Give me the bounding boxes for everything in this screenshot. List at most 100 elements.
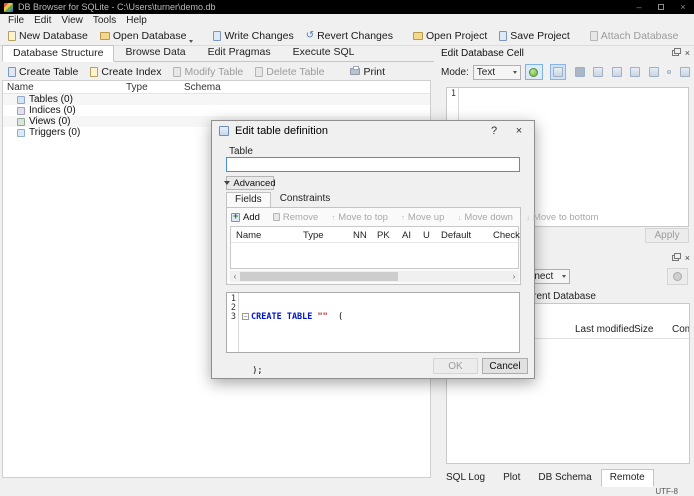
dialog-tab-bar: Fields Constraints (226, 191, 340, 208)
float-dock-icon[interactable] (671, 253, 681, 261)
table-name-label: Table (229, 146, 253, 157)
tab-execute-sql[interactable]: Execute SQL (282, 44, 366, 61)
chevron-down-icon (189, 39, 194, 43)
col-u[interactable]: U (423, 230, 430, 241)
tab-plot[interactable]: Plot (494, 469, 529, 487)
import-icon[interactable] (593, 67, 604, 77)
tree-column-type[interactable]: Type (126, 82, 184, 93)
cancel-button[interactable]: Cancel (482, 358, 528, 374)
sql-gutter: 1 2 3 (227, 293, 239, 352)
menu-help[interactable]: Help (121, 14, 152, 27)
delete-table-icon (255, 66, 264, 77)
tab-edit-pragmas[interactable]: Edit Pragmas (197, 44, 282, 61)
remote-refresh-button (667, 268, 688, 285)
export-icon[interactable] (611, 67, 622, 77)
advanced-toggle-button[interactable]: Advanced (224, 176, 276, 190)
sql-code: – CREATE TABLE "" ( ); (242, 312, 344, 376)
open-database-button[interactable]: Open Database (94, 28, 200, 45)
table-name-input[interactable] (226, 157, 520, 172)
tree-item-tables[interactable]: Tables (0) (3, 94, 430, 105)
new-database-button[interactable]: New Database (2, 28, 94, 45)
menu-file[interactable]: File (3, 14, 29, 27)
float-dock-icon[interactable] (671, 48, 681, 56)
save-project-button[interactable]: Save Project (493, 28, 576, 45)
close-icon[interactable]: × (672, 0, 694, 14)
pencil-icon[interactable] (574, 67, 585, 77)
remote-column-commit[interactable]: Commit (672, 324, 689, 335)
create-index-button[interactable]: Create Index (84, 63, 167, 80)
fields-table: Name Type NN PK AI U Default Check (230, 226, 520, 269)
print-button[interactable]: Print (344, 63, 391, 80)
mode-select[interactable]: Text (472, 64, 521, 80)
scroll-right-icon[interactable]: › (509, 272, 519, 281)
add-field-button[interactable]: Add (231, 211, 260, 223)
move-down-button: ↓ Move down (457, 211, 513, 223)
menu-bar: File Edit View Tools Help (0, 14, 694, 27)
fields-group: Add Remove ↑ Move to top ↑ Move up ↓ Mov… (226, 207, 598, 285)
create-table-button[interactable]: Create Table (2, 63, 84, 80)
col-pk[interactable]: PK (377, 230, 390, 241)
create-table-icon (8, 66, 16, 77)
tree-column-schema[interactable]: Schema (184, 82, 221, 93)
modify-table-button: Modify Table (167, 63, 249, 80)
tab-constraints[interactable]: Constraints (271, 191, 340, 207)
main-tab-bar: Database Structure Browse Data Edit Prag… (2, 44, 434, 62)
col-ai[interactable]: AI (402, 230, 411, 241)
open-external-icon[interactable] (630, 67, 641, 77)
fullscreen-icon[interactable] (648, 67, 659, 77)
triangle-down-icon (224, 181, 231, 185)
tab-db-schema[interactable]: DB Schema (529, 469, 600, 487)
structure-toolbar: Create Table Create Index Modify Table D… (2, 63, 434, 80)
col-default[interactable]: Default (441, 230, 471, 241)
add-icon (231, 211, 240, 222)
save-project-icon (499, 31, 508, 41)
remote-column-last-modified[interactable]: Last modified (575, 324, 634, 335)
revert-changes-button[interactable]: ↺ Revert Changes (300, 28, 399, 45)
tab-fields[interactable]: Fields (226, 192, 271, 208)
edit-cell-title: Edit Database Cell (441, 47, 524, 59)
tab-remote[interactable]: Remote (600, 469, 654, 487)
scroll-thumb[interactable] (240, 272, 398, 281)
modify-table-icon (173, 66, 182, 77)
open-project-button[interactable]: Open Project (407, 28, 493, 45)
code-fold-icon[interactable]: – (242, 313, 249, 320)
col-nn[interactable]: NN (353, 230, 367, 241)
tab-sql-log[interactable]: SQL Log (437, 469, 494, 487)
col-name[interactable]: Name (236, 230, 261, 241)
revert-changes-icon: ↺ (305, 30, 315, 41)
remote-column-size[interactable]: Size (634, 324, 653, 335)
write-changes-button[interactable]: Write Changes (207, 28, 299, 45)
menu-edit[interactable]: Edit (29, 14, 56, 27)
word-wrap-toggle[interactable] (524, 64, 543, 80)
tab-browse-data[interactable]: Browse Data (114, 44, 196, 61)
close-dock-icon[interactable]: × (685, 253, 690, 263)
col-type[interactable]: Type (303, 230, 324, 241)
edit-cell-dock-header: Edit Database Cell × (437, 47, 694, 59)
dot-icon[interactable] (667, 70, 672, 74)
scroll-left-icon[interactable]: ‹ (230, 272, 240, 281)
menu-view[interactable]: View (56, 14, 88, 27)
maximize-icon[interactable] (650, 0, 672, 14)
text-mode-button[interactable] (550, 64, 566, 80)
col-check[interactable]: Check (493, 230, 520, 241)
edit-cell-icon-strip (550, 63, 690, 81)
arrow-down-icon: ↓ (457, 212, 462, 222)
ok-button: OK (433, 358, 478, 374)
tree-item-indices[interactable]: Indices (0) (3, 105, 430, 116)
print-cell-icon[interactable] (679, 67, 690, 77)
tables-icon (17, 95, 25, 104)
tree-column-name[interactable]: Name (3, 82, 126, 93)
edit-table-dialog: Edit table definition ? × Table Advanced… (211, 120, 598, 379)
triggers-icon (17, 128, 25, 137)
menu-tools[interactable]: Tools (88, 14, 121, 27)
close-dock-icon[interactable]: × (685, 48, 690, 58)
remove-icon (272, 213, 280, 221)
tab-database-structure[interactable]: Database Structure (2, 45, 115, 62)
dialog-close-icon[interactable]: × (511, 124, 527, 138)
tree-header: Name Type Schema (3, 81, 430, 94)
sql-preview: 1 2 3 – CREATE TABLE "" ( ); (226, 292, 520, 376)
fields-hscrollbar[interactable]: ‹ › (230, 271, 519, 282)
dialog-help-icon[interactable]: ? (486, 124, 502, 138)
arrow-down-icon: ↓ (525, 212, 530, 222)
minimize-icon[interactable]: – (628, 0, 650, 14)
